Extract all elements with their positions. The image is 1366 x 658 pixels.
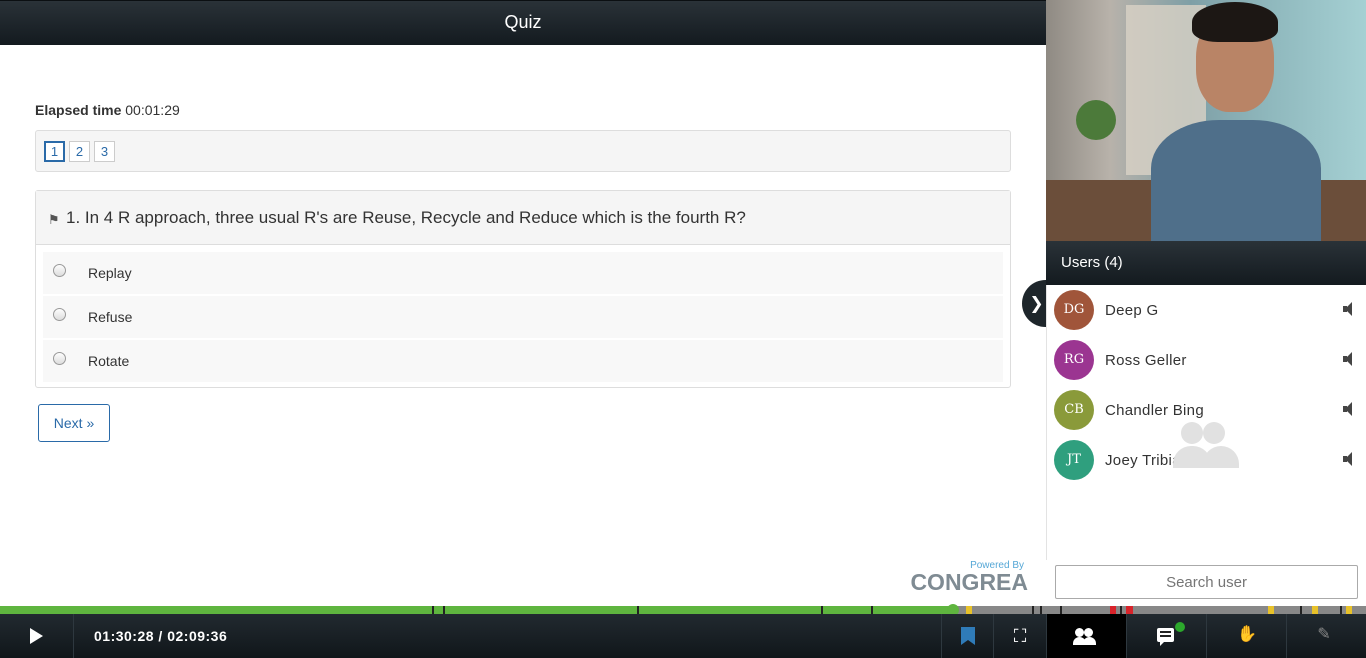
timeline-marker [1126,606,1133,614]
fullscreen-icon: ⛶ [1013,626,1027,646]
page-button-1[interactable]: 1 [44,141,65,162]
question-header: ⚑ 1. In 4 R approach, three usual R's ar… [36,191,1010,245]
radio-button[interactable] [53,307,66,321]
timeline-marker [1312,606,1318,614]
app-root: Quiz Elapsed time 00:01:29 1 2 3 ⚑ 1. In… [0,0,1366,658]
brand-logo: CONGREA [910,569,1028,595]
user-row[interactable]: RG Ross Geller [1047,335,1366,385]
users-icon [1073,628,1099,646]
page-title: Quiz [504,12,542,32]
bookmark-icon [961,627,975,645]
users-title: Users (4) [1061,254,1123,271]
fullscreen-button[interactable]: ⛶ [993,614,1045,658]
chevron-right-icon: ❯ [1029,294,1044,313]
timeline-marker [1268,606,1274,614]
player-controls: 01:30:28 / 02:09:36 ⛶ ✋ ✎ [0,614,1366,658]
chat-tab-button[interactable] [1126,614,1206,658]
avatar: CB [1054,390,1094,430]
radio-button[interactable] [53,351,66,365]
timeline-marker [871,606,873,614]
timeline-marker [1110,606,1116,614]
avatar: JT [1054,440,1094,480]
timeline-marker [432,606,434,614]
powered-by-logo: Powered By CONGREA [900,560,1030,596]
timeline-marker [1032,606,1034,614]
timeline-marker [1346,606,1352,614]
playback-time: 01:30:28 / 02:09:36 [94,628,228,644]
notes-icon: ✎ [1317,626,1331,643]
notes-button[interactable]: ✎ [1286,614,1366,658]
video-person-body [1151,120,1321,241]
user-name: Ross Geller [1105,351,1187,369]
timeline-marker [1300,606,1302,614]
users-watermark-icon [1173,420,1243,470]
notification-dot [1175,622,1185,632]
timeline-marker [443,606,445,614]
avatar: DG [1054,290,1094,330]
timeline-marker [637,606,639,614]
panel-toggle-button[interactable]: ❯ [1022,280,1046,327]
question-text: 1. In 4 R approach, three usual R's are … [66,207,746,227]
option-label: Rotate [88,353,130,369]
timeline-marker [1060,606,1062,614]
option-label: Refuse [88,309,133,325]
flag-icon[interactable]: ⚑ [48,212,62,228]
option-rotate[interactable]: Rotate [43,340,1003,382]
option-replay[interactable]: Replay [43,252,1003,294]
timeline-marker [1120,606,1122,614]
avatar: RG [1054,340,1094,380]
next-button[interactable]: Next » [38,404,110,442]
options-list: Replay Refuse Rotate [36,245,1010,382]
elapsed-time: Elapsed time 00:01:29 [35,102,180,118]
option-refuse[interactable]: Refuse [43,296,1003,338]
user-name: Chandler Bing [1105,401,1204,419]
raise-hand-button[interactable]: ✋ [1206,614,1286,658]
elapsed-value: 00:01:29 [125,102,180,118]
play-icon [30,628,43,644]
elapsed-label: Elapsed time [35,102,122,118]
page-button-2[interactable]: 2 [69,141,90,162]
playback-timeline[interactable] [0,604,1366,616]
question-panel: ⚑ 1. In 4 R approach, three usual R's ar… [35,190,1011,388]
bookmark-button[interactable] [941,614,993,658]
search-user-input[interactable] [1055,565,1358,599]
timeline-played [0,606,954,614]
user-row[interactable]: DG Deep G [1047,285,1366,335]
option-label: Replay [88,265,132,281]
page-button-3[interactable]: 3 [94,141,115,162]
play-button[interactable] [0,614,74,658]
raise-hand-icon: ✋ [1237,626,1257,643]
user-name: Deep G [1105,301,1159,319]
users-tab-button[interactable] [1046,614,1126,658]
timeline-marker [821,606,823,614]
question-pager: 1 2 3 [35,130,1011,172]
users-header: Users (4) [1046,241,1366,285]
quiz-header: Quiz [0,0,1046,45]
timeline-marker [1040,606,1042,614]
timeline-marker [966,606,972,614]
radio-button[interactable] [53,263,66,277]
timeline-marker [1340,606,1342,614]
video-background-plant [1076,100,1116,140]
chat-icon [1157,628,1174,646]
webcam-video [1046,0,1366,241]
video-person-hair [1192,2,1278,42]
